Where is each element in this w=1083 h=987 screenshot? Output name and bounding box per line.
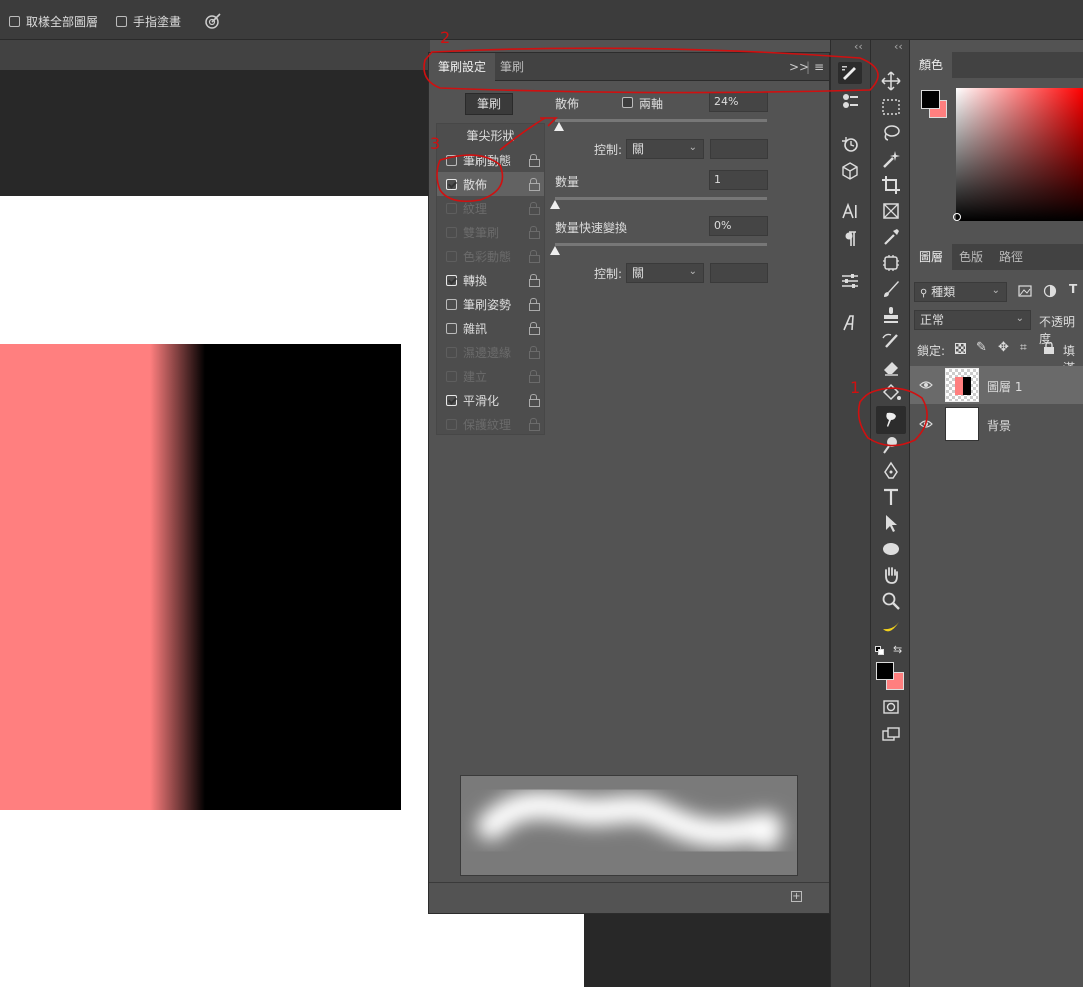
annotation-number: 1 [850, 378, 861, 397]
annotation-overlay [423, 47, 928, 447]
annotation-number: 2 [440, 28, 451, 47]
annotation-number: 3 [430, 134, 441, 153]
